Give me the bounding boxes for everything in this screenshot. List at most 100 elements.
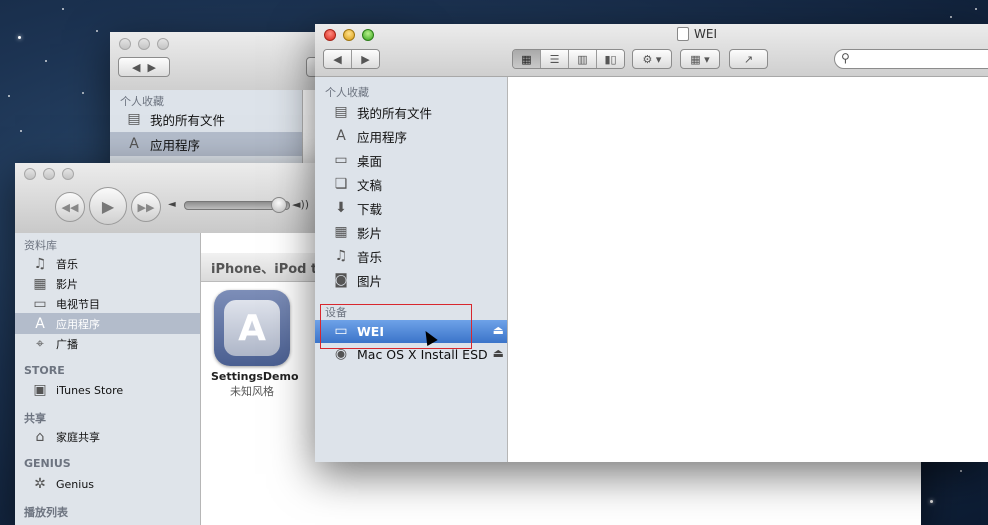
coverflow-view-button[interactable]: ▮▯ (597, 50, 624, 68)
next-track-button[interactable]: ▶▶ (131, 192, 161, 222)
fast-forward-icon: ▶▶ (137, 200, 155, 214)
window-title: WEI (677, 27, 717, 41)
close-button[interactable] (324, 29, 336, 41)
applications-icon: A (129, 136, 139, 152)
rewind-icon: ◀◀ (61, 200, 79, 214)
sidebar-item-documents[interactable]: ❏ 文稿 (332, 173, 382, 195)
minimize-button[interactable] (43, 168, 55, 180)
share-icon: ↗ (743, 52, 754, 66)
sidebar-item-apps[interactable]: A 应用程序 (31, 313, 100, 335)
finder-toolbar: WEI ◀ ▶ ▦ ☰ ▥ ▮▯ ⚙ ▾ ▦ ▾ ↗ ⚲ (315, 24, 988, 77)
play-button[interactable]: ▶ (89, 187, 127, 225)
gear-icon: ⚙ ▾ (642, 52, 662, 66)
zoom-button[interactable] (362, 29, 374, 41)
arrange-grid-icon: ▦ ▾ (690, 52, 710, 66)
sidebar-item-itunes-store[interactable]: ▣ iTunes Store (31, 379, 123, 401)
share-button[interactable]: ↗ (729, 49, 768, 69)
back-button[interactable]: ◀ (324, 50, 352, 68)
app-tile[interactable]: A SettingsDemo 未知风格 (211, 290, 299, 399)
documents-icon: ❏ (334, 176, 348, 192)
action-menu-button[interactable]: ⚙ ▾ (632, 49, 672, 69)
music-note-icon: ♫ (33, 256, 47, 272)
sidebar-item-home-sharing[interactable]: ⌂ 家庭共享 (31, 426, 100, 448)
volume-slider[interactable] (184, 197, 290, 213)
desktop-icon: ▭ (334, 152, 348, 168)
sidebar-item-label: 应用程序 (357, 129, 408, 145)
pictures-icon: ◙ (334, 272, 348, 288)
search-input[interactable] (855, 51, 988, 68)
view-mode-control[interactable]: ▦ ☰ ▥ ▮▯ (512, 49, 625, 69)
volume-knob[interactable] (271, 197, 287, 213)
film-icon: ▦ (33, 276, 47, 292)
library-heading: 资料库 (24, 239, 57, 252)
close-button[interactable] (24, 168, 36, 180)
sidebar-item-all-files[interactable]: ▤ 我的所有文件 (125, 108, 225, 130)
playlists-heading: 播放列表 (24, 506, 68, 519)
music-icon: ♫ (334, 248, 348, 264)
sidebar-item-label: 应用程序 (150, 137, 201, 153)
sidebar-item-downloads[interactable]: ⬇ 下载 (332, 197, 382, 219)
sidebar-item-label: 家庭共享 (56, 431, 100, 444)
content-header: iPhone、iPod t (201, 253, 321, 282)
back-arrow-icon[interactable]: ◀ (132, 61, 140, 74)
columns-icon: ▥ (577, 52, 588, 66)
eject-icon[interactable]: ⏏ (493, 346, 504, 360)
radio-tower-icon: ⌖ (36, 336, 44, 352)
sidebar-item-applications[interactable]: A 应用程序 (125, 133, 200, 155)
sidebar-item-label: 我的所有文件 (357, 105, 433, 121)
arrange-menu-button[interactable]: ▦ ▾ (680, 49, 720, 69)
sidebar-item-movies[interactable]: ▦ 影片 (31, 273, 78, 295)
movies-icon: ▦ (334, 224, 348, 240)
eject-icon[interactable]: ⏏ (493, 323, 504, 337)
list-lines-icon: ☰ (549, 52, 560, 66)
applications-icon: A (336, 128, 346, 144)
finder-window: WEI ◀ ▶ ▦ ☰ ▥ ▮▯ ⚙ ▾ ▦ ▾ ↗ ⚲ 个人收藏 ▤ 我的所有… (315, 24, 988, 462)
sidebar-item-genius[interactable]: ✲ Genius (31, 473, 94, 495)
sidebar-item-label: 音乐 (357, 249, 383, 265)
app-genre: 未知风格 (230, 385, 274, 398)
sidebar-item-movies[interactable]: ▦ 影片 (332, 221, 382, 243)
zoom-button[interactable] (157, 38, 169, 50)
sidebar-item-label: iTunes Store (56, 383, 124, 397)
forward-arrow-icon[interactable]: ▶ (148, 61, 156, 74)
search-field[interactable]: ⚲ (834, 49, 988, 69)
forward-arrow-icon: ▶ (361, 52, 370, 66)
sidebar-item-music[interactable]: ♫ 音乐 (31, 253, 78, 275)
downloads-icon: ⬇ (335, 200, 347, 216)
shopping-bag-icon: ▣ (33, 382, 47, 398)
finder-sidebar: 个人收藏 ▤ 我的所有文件 A 应用程序 ▭ 桌面 ❏ 文稿 ⬇ 下载 ▦ 影片… (315, 77, 508, 462)
shared-heading: 共享 (24, 412, 46, 425)
previous-track-button[interactable]: ◀◀ (55, 192, 85, 222)
column-view-button[interactable]: ▥ (569, 50, 597, 68)
list-view-button[interactable]: ☰ (541, 50, 569, 68)
all-files-icon: ▤ (334, 104, 348, 120)
sidebar-item-music[interactable]: ♫ 音乐 (332, 245, 382, 267)
sidebar-item-label: 我的所有文件 (150, 112, 226, 128)
icon-view-button[interactable]: ▦ (513, 50, 541, 68)
favorites-heading: 个人收藏 (325, 86, 369, 99)
close-button[interactable] (119, 38, 131, 50)
sidebar-heading: 个人收藏 (120, 95, 164, 108)
sidebar-item-label: 广播 (56, 338, 78, 351)
sidebar-item-radio[interactable]: ⌖ 广播 (31, 333, 78, 355)
minimize-button[interactable] (138, 38, 150, 50)
back-forward-control[interactable]: ◀ ▶ (118, 57, 170, 77)
sidebar-item-label: Genius (56, 477, 95, 491)
back-forward-control[interactable]: ◀ ▶ (323, 49, 380, 69)
sidebar-item-pictures[interactable]: ◙ 图片 (332, 269, 382, 291)
zoom-button[interactable] (62, 168, 74, 180)
sidebar-item-applications[interactable]: A 应用程序 (332, 125, 407, 147)
store-heading: STORE (24, 364, 65, 377)
sidebar-item-label: 图片 (357, 273, 383, 289)
house-icon: ⌂ (35, 429, 45, 445)
sidebar-item-all-files[interactable]: ▤ 我的所有文件 (332, 101, 432, 123)
back-arrow-icon: ◀ (333, 52, 342, 66)
volume-high-icon: ◄)) (292, 198, 310, 211)
minimize-button[interactable] (343, 29, 355, 41)
header-text: iPhone、iPod t (211, 262, 318, 277)
sidebar-item-tv-shows[interactable]: ▭ 电视节目 (31, 293, 100, 315)
sidebar-item-desktop[interactable]: ▭ 桌面 (332, 149, 382, 171)
finder-content (508, 77, 988, 462)
all-files-icon: ▤ (127, 111, 141, 127)
forward-button[interactable]: ▶ (352, 50, 379, 68)
